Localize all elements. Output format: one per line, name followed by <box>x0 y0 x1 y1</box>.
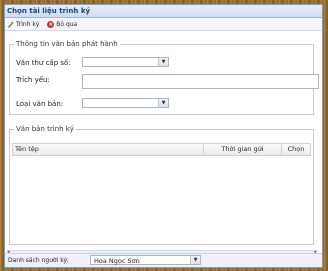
loai-van-ban-label: Loại văn bản: <box>16 100 64 108</box>
sign-button-label: Trình ký <box>16 20 40 28</box>
chevron-down-icon[interactable]: ▼ <box>158 58 168 66</box>
loai-van-ban-select[interactable]: ▼ <box>82 98 169 108</box>
cancel-button[interactable]: × Bỏ qua <box>47 20 78 28</box>
select-document-dialog: Chọn tài liệu trình ký Trình ký × Bỏ qua… <box>4 4 323 268</box>
signing-docs-legend: Văn bản trình ký <box>16 125 74 133</box>
trich-yeu-input[interactable] <box>82 74 319 89</box>
chevron-down-icon[interactable]: ▼ <box>158 99 168 107</box>
signer-select[interactable]: Hoa Ngọc Sơn ▼ <box>90 255 201 265</box>
col-header-sent-time[interactable]: Thời gian gửi <box>204 144 282 155</box>
documents-grid-header: Tên tệp Thời gian gửi Chọn <box>12 143 311 156</box>
dialog-title: Chọn tài liệu trình ký <box>5 5 322 18</box>
document-info-legend: Thông tin văn bản phát hành <box>16 40 118 48</box>
col-header-file-name[interactable]: Tên tệp <box>13 144 204 155</box>
chevron-down-icon[interactable]: ▼ <box>190 256 200 264</box>
documents-grid-body <box>12 156 311 243</box>
col-header-select[interactable]: Chọn <box>282 144 310 155</box>
signer-list-label: Danh sách người ký: <box>8 257 69 264</box>
van-thu-select[interactable]: ▼ <box>82 57 169 67</box>
cancel-button-label: Bỏ qua <box>56 20 78 28</box>
toolbar: Trình ký × Bỏ qua <box>5 18 322 31</box>
cancel-x-icon: × <box>47 20 55 28</box>
trich-yeu-label: Trích yếu: <box>16 76 50 84</box>
van-thu-label: Văn thư cấp số: <box>16 59 71 67</box>
signer-selected-value: Hoa Ngọc Sơn <box>94 257 140 265</box>
sign-button[interactable]: Trình ký <box>8 21 39 28</box>
pen-icon <box>8 21 14 28</box>
footer-bar: Danh sách người ký: Hoa Ngọc Sơn ▼ <box>5 253 322 267</box>
